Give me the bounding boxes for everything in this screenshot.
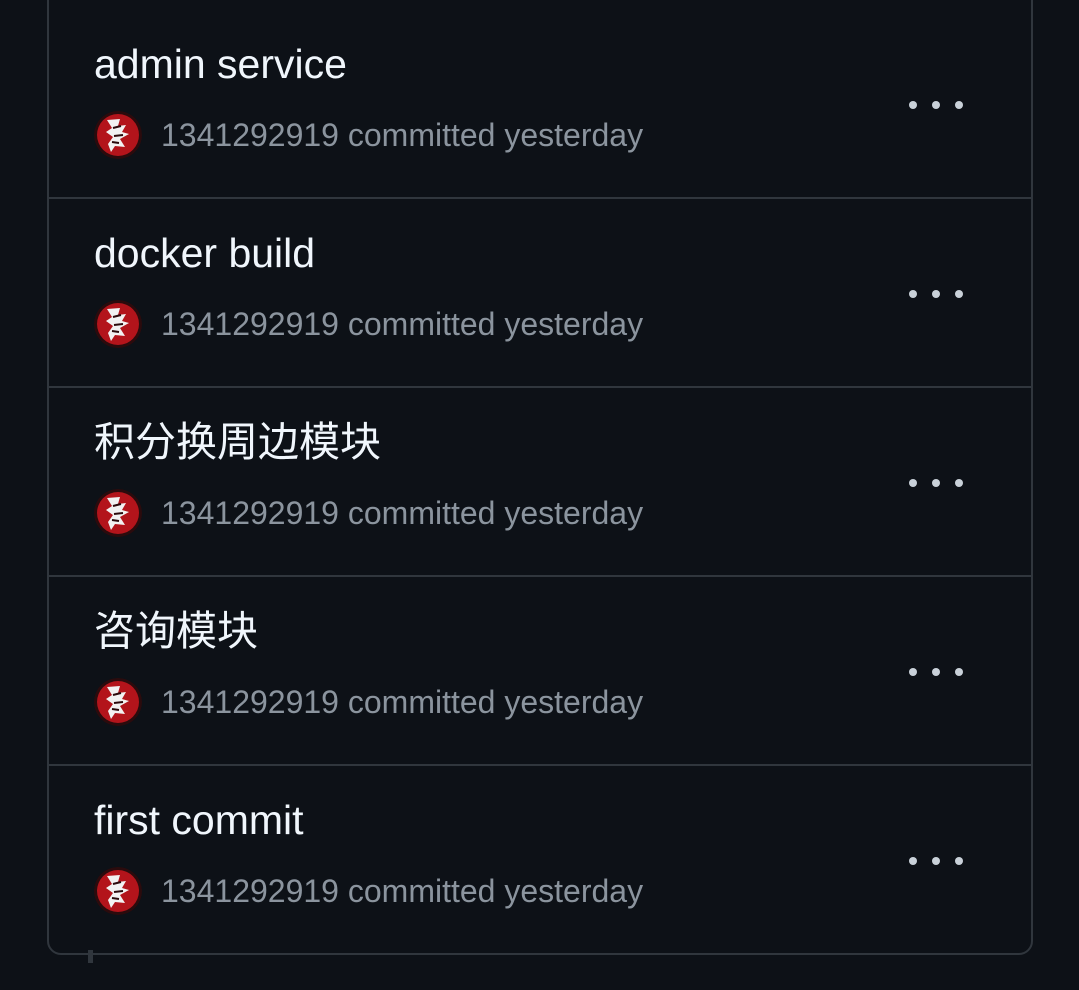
more-horizontal-icon xyxy=(932,668,940,676)
more-actions-button[interactable] xyxy=(909,836,963,886)
more-actions-button[interactable] xyxy=(909,647,963,697)
more-horizontal-icon xyxy=(955,668,963,676)
more-horizontal-icon xyxy=(909,101,917,109)
commit-meta: 1341292919 committed yesterday xyxy=(94,677,643,727)
more-horizontal-icon xyxy=(955,290,963,298)
more-actions-button[interactable] xyxy=(909,80,963,130)
more-actions-button[interactable] xyxy=(909,269,963,319)
commit-title[interactable]: 咨询模块 xyxy=(94,606,258,656)
more-horizontal-icon xyxy=(909,479,917,487)
timeline-connector xyxy=(88,950,93,963)
author-avatar[interactable] xyxy=(94,867,142,915)
more-horizontal-icon xyxy=(932,479,940,487)
commit-history-page: admin service 1341292919 committed yeste… xyxy=(0,0,1079,990)
more-horizontal-icon xyxy=(955,479,963,487)
commit-title[interactable]: 积分换周边模块 xyxy=(94,417,381,467)
commit-row[interactable]: 咨询模块 1341292919 committed yesterday xyxy=(49,575,1031,764)
more-horizontal-icon xyxy=(932,290,940,298)
commit-row[interactable]: 积分换周边模块 1341292919 committed yesterday xyxy=(49,386,1031,575)
more-horizontal-icon xyxy=(955,101,963,109)
more-horizontal-icon xyxy=(932,857,940,865)
more-actions-button[interactable] xyxy=(909,458,963,508)
commit-title[interactable]: admin service xyxy=(94,39,347,89)
commit-row[interactable]: admin service 1341292919 committed yeste… xyxy=(49,0,1031,197)
commit-meta: 1341292919 committed yesterday xyxy=(94,866,643,916)
author-avatar[interactable] xyxy=(94,489,142,537)
commit-meta-text: 1341292919 committed yesterday xyxy=(161,494,644,531)
commit-meta: 1341292919 committed yesterday xyxy=(94,299,643,349)
commit-title[interactable]: docker build xyxy=(94,228,315,278)
author-avatar[interactable] xyxy=(94,678,142,726)
commit-meta-text: 1341292919 committed yesterday xyxy=(161,683,644,720)
commit-row[interactable]: first commit 1341292919 committed yester… xyxy=(49,764,1031,953)
commit-meta: 1341292919 committed yesterday xyxy=(94,110,643,160)
author-avatar[interactable] xyxy=(94,111,142,159)
more-horizontal-icon xyxy=(909,290,917,298)
commit-meta: 1341292919 committed yesterday xyxy=(94,488,643,538)
commit-row[interactable]: docker build 1341292919 committed yester… xyxy=(49,197,1031,386)
author-avatar[interactable] xyxy=(94,300,142,348)
commit-list: admin service 1341292919 committed yeste… xyxy=(47,0,1033,955)
commit-meta-text: 1341292919 committed yesterday xyxy=(161,872,644,909)
more-horizontal-icon xyxy=(909,668,917,676)
commit-meta-text: 1341292919 committed yesterday xyxy=(161,305,644,342)
commit-title[interactable]: first commit xyxy=(94,795,304,845)
more-horizontal-icon xyxy=(932,101,940,109)
more-horizontal-icon xyxy=(909,857,917,865)
more-horizontal-icon xyxy=(955,857,963,865)
commit-meta-text: 1341292919 committed yesterday xyxy=(161,116,644,153)
